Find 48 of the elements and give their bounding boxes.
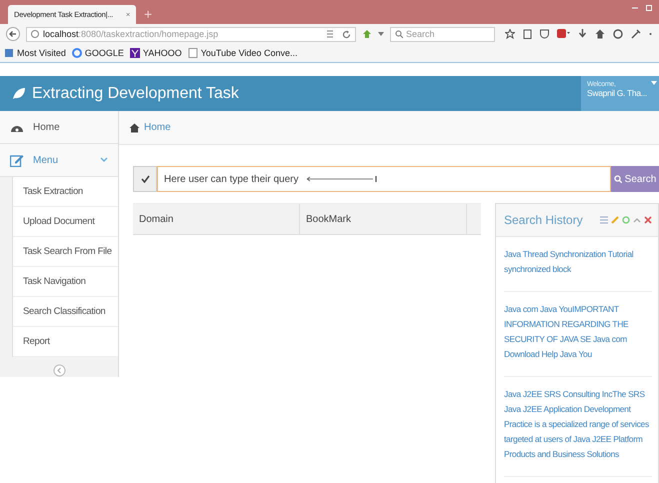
query-field[interactable]: Here user can type their query [157, 166, 611, 192]
submenu-item[interactable]: Search Classification [13, 297, 118, 327]
bookmark-logo-icon [72, 48, 82, 58]
bookmark-logo-icon [130, 48, 140, 58]
extension-icon[interactable] [557, 29, 570, 38]
caret-icon [650, 81, 657, 85]
search-icon [395, 30, 403, 38]
submenu-item[interactable]: Task Extraction [13, 177, 118, 207]
app-title: Extracting Development Task [32, 84, 239, 102]
leaf-icon [12, 87, 26, 100]
search-icon [614, 175, 622, 183]
bookmark-folder-icon [4, 48, 14, 58]
close-icon[interactable] [644, 216, 652, 224]
reload-icon[interactable] [342, 30, 351, 38]
panel-title: Search History [504, 213, 583, 227]
bookmark-link[interactable]: YAHOOO [130, 48, 182, 58]
history-link[interactable]: Java J2EE SRS Consulting IncThe SRS Java J2EE Application Development Practice is a specialized range of services targeted at users of Java J2EE Platform Products and Business Solutions [504, 387, 652, 462]
edit-icon [10, 154, 24, 166]
address-field[interactable]: localhost:8080/taskextraction/homepage.jsp [26, 26, 356, 42]
star-icon[interactable] [505, 29, 515, 39]
chevron-down-icon [100, 156, 108, 164]
home-icon [129, 122, 140, 132]
user-name: Swapnil G. Tha... [587, 88, 647, 98]
restore-icon[interactable] [646, 4, 653, 11]
submenu-item[interactable]: Upload Document [13, 207, 118, 237]
back-icon[interactable] [6, 27, 20, 41]
home-icon[interactable] [595, 29, 605, 39]
bookmark-link[interactable]: YouTube Video Conve... [188, 48, 298, 58]
reader-icon[interactable] [326, 30, 334, 38]
column-header: BookMark [300, 204, 467, 234]
check-icon [140, 175, 150, 183]
dropdown-icon[interactable] [378, 32, 384, 36]
submenu-item[interactable]: Report [13, 327, 118, 357]
submenu-item[interactable]: Task Navigation [13, 267, 118, 297]
search-placeholder: Search [406, 29, 435, 39]
sidebar-item[interactable]: Home [0, 111, 118, 144]
collapse-icon [52, 364, 66, 377]
bookmark-link[interactable]: Most Visited [4, 48, 66, 58]
page-icon [188, 48, 198, 58]
shield-icon[interactable] [540, 29, 549, 39]
url-text: localhost:8080/taskextraction/homepage.jsp [43, 29, 218, 39]
history-link[interactable]: Java Thread Synchronization Tutorial synchronized block [504, 247, 652, 277]
query-text: Here user can type their query [164, 174, 299, 184]
column-header: Domain [133, 204, 300, 234]
history-link[interactable]: Java com Java YouIMPORTANT INFORMATION REGARDING THE SECURITY OF JAVA SE Java com Download Help Java You [504, 302, 652, 362]
download-icon[interactable] [578, 29, 587, 39]
bookmark-link[interactable]: GOOGLE [72, 48, 124, 58]
submenu-item[interactable]: Task Search From File [13, 237, 118, 267]
